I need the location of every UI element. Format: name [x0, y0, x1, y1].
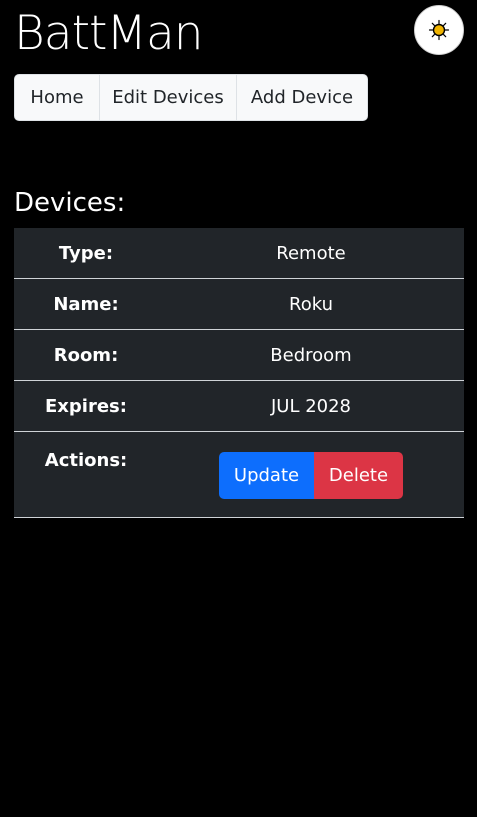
table-row-room: Room: Bedroom: [14, 329, 464, 381]
nav-edit-devices-button[interactable]: Edit Devices: [99, 75, 236, 120]
main-nav: Home Edit Devices Add Device: [14, 74, 368, 121]
expires-label: Expires:: [14, 380, 158, 432]
room-label: Room:: [14, 329, 158, 381]
theme-toggle-button[interactable]: [414, 5, 464, 55]
type-label: Type:: [14, 228, 158, 279]
device-table: Type: Remote Name: Roku Room: Bedroom Ex…: [14, 228, 464, 518]
app-title: BattMan: [14, 6, 204, 61]
table-row-actions: Actions: Update Delete: [14, 431, 464, 518]
table-row-type: Type: Remote: [14, 228, 464, 279]
type-value: Remote: [158, 228, 464, 279]
name-label: Name:: [14, 278, 158, 330]
sun-icon: [428, 19, 450, 41]
table-row-name: Name: Roku: [14, 278, 464, 330]
table-row-expires: Expires: JUL 2028: [14, 380, 464, 432]
devices-heading: Devices:: [14, 188, 126, 218]
actions-cell: Update Delete: [158, 431, 464, 518]
action-button-group: Update Delete: [219, 452, 403, 499]
update-button[interactable]: Update: [219, 452, 314, 499]
room-value: Bedroom: [158, 329, 464, 381]
actions-label: Actions:: [14, 431, 158, 518]
delete-button[interactable]: Delete: [314, 452, 403, 499]
name-value: Roku: [158, 278, 464, 330]
nav-add-device-button[interactable]: Add Device: [236, 75, 367, 120]
expires-value: JUL 2028: [158, 380, 464, 432]
nav-home-button[interactable]: Home: [15, 75, 99, 120]
